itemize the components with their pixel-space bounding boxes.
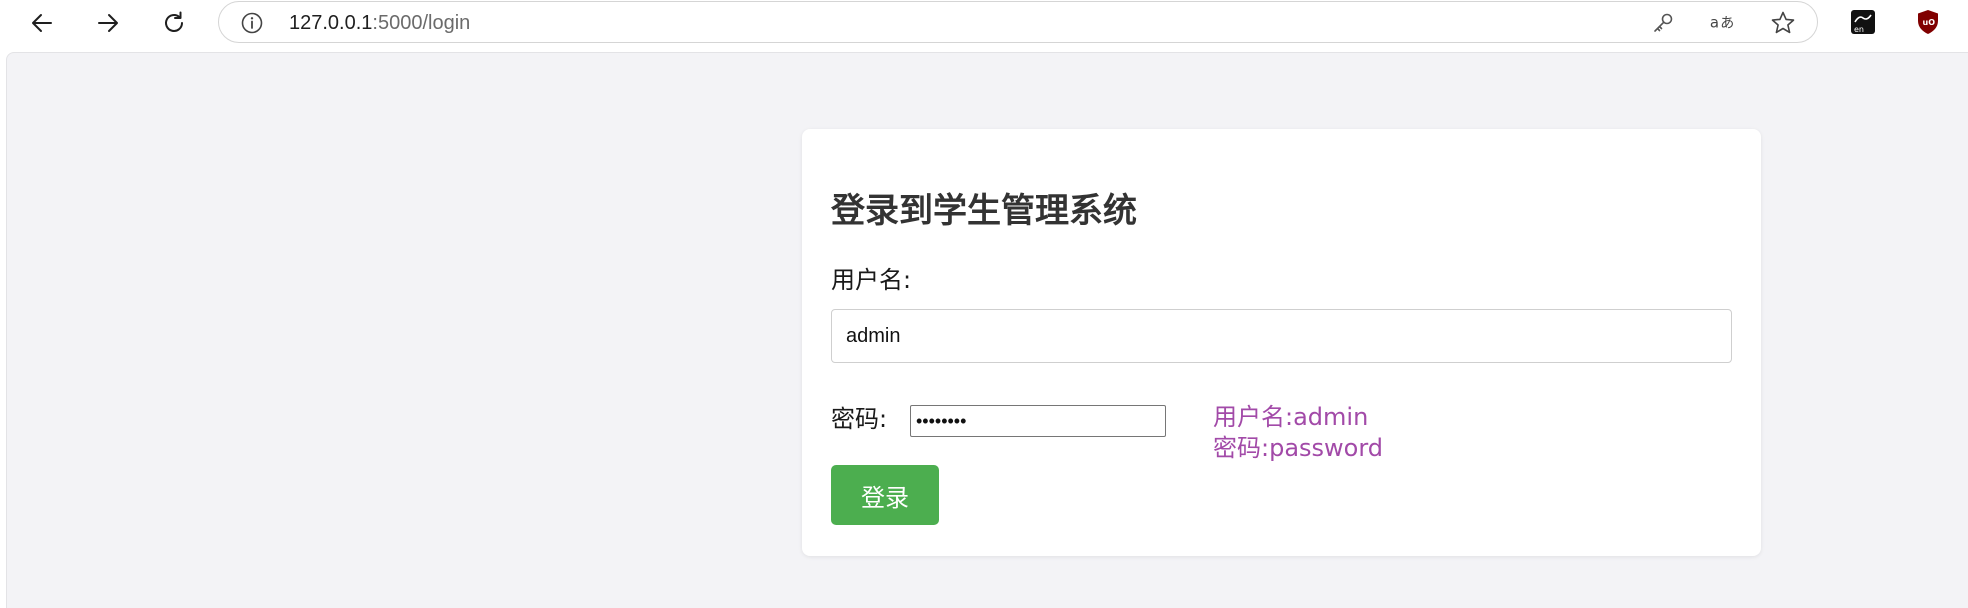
ublock-shield-icon: uO: [1918, 10, 1938, 34]
url-text[interactable]: 127.0.0.1:5000/login: [289, 12, 470, 34]
browser-toolbar: 127.0.0.1:5000/login a あ en uO: [0, 0, 1968, 48]
login-button[interactable]: 登录: [831, 465, 939, 525]
svg-text:a: a: [1710, 14, 1719, 32]
password-input[interactable]: [910, 405, 1166, 437]
credentials-hint: 用户名:admin 密码:password: [1213, 402, 1383, 464]
password-label: 密码:: [831, 405, 888, 433]
page-viewport: 登录到学生管理系统 用户名: 密码: 用户名:admin 密码:password…: [6, 52, 1968, 608]
reload-button[interactable]: [152, 5, 196, 41]
forward-arrow-icon: [98, 14, 118, 32]
forward-button[interactable]: [86, 5, 130, 41]
back-button[interactable]: [20, 5, 64, 41]
favorite-button[interactable]: [1769, 10, 1797, 36]
svg-text:あ: あ: [1720, 16, 1734, 32]
username-label: 用户名:: [831, 266, 912, 294]
extension-translator-icon: en: [1851, 10, 1875, 34]
svg-text:en: en: [1854, 25, 1864, 34]
login-card: 登录到学生管理系统 用户名: 密码: 用户名:admin 密码:password…: [802, 129, 1761, 556]
svg-text:uO: uO: [1923, 18, 1936, 27]
translate-icon: a あ: [1710, 14, 1734, 32]
reload-icon: [165, 11, 183, 32]
info-icon[interactable]: [241, 12, 263, 34]
hint-username: 用户名:admin: [1213, 403, 1369, 431]
back-arrow-icon: [32, 14, 52, 32]
translate-button[interactable]: a あ: [1709, 10, 1737, 36]
extension-button-translator[interactable]: en: [1850, 9, 1876, 35]
url-host: 127.0.0.1: [289, 12, 373, 34]
star-icon: [1771, 11, 1795, 34]
hint-password: 密码:password: [1213, 434, 1384, 462]
password-manager-button[interactable]: [1649, 10, 1677, 36]
key-icon: [1654, 13, 1673, 32]
extension-button-ublock[interactable]: uO: [1915, 9, 1941, 35]
username-input[interactable]: [831, 309, 1732, 363]
page-title: 登录到学生管理系统: [831, 191, 1137, 231]
url-path: :5000/login: [372, 12, 471, 34]
address-bar[interactable]: 127.0.0.1:5000/login a あ: [218, 1, 1818, 43]
